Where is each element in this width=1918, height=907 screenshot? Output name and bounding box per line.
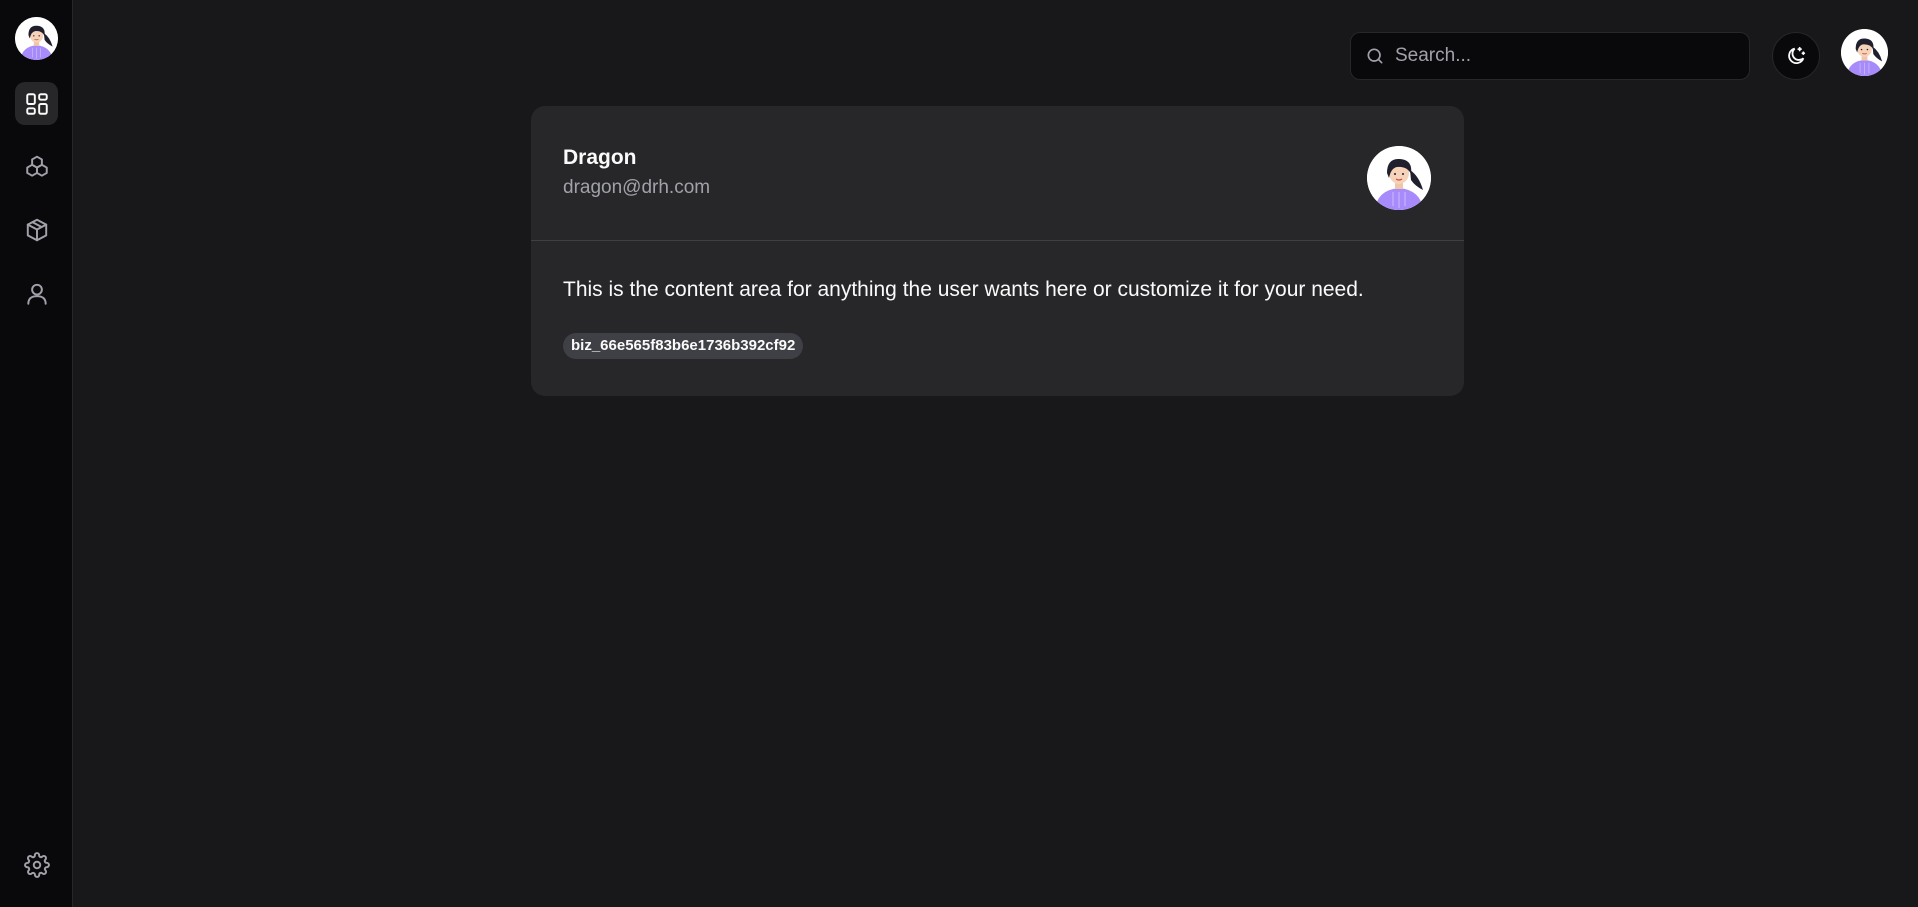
sidebar-item-cubes[interactable] — [15, 145, 58, 188]
search-bar[interactable] — [1350, 32, 1750, 80]
box-icon — [26, 218, 47, 241]
user-icon — [26, 283, 47, 305]
profile-card: Dragon dragon@drh.com This is the conten… — [531, 106, 1464, 396]
sidebar-item-box[interactable] — [15, 208, 58, 251]
cubes-icon — [25, 155, 48, 177]
dashboard-icon — [25, 92, 48, 115]
moon-sparkle-icon — [1788, 46, 1806, 65]
theme-toggle-button[interactable] — [1772, 32, 1820, 80]
avatar — [1841, 29, 1888, 76]
gear-icon — [23, 851, 50, 878]
profile-email: dragon@drh.com — [563, 177, 711, 198]
profile-name: Dragon — [563, 146, 637, 169]
sidebar — [0, 0, 73, 907]
search-input[interactable] — [1395, 45, 1735, 67]
avatar — [15, 17, 58, 60]
avatar — [1367, 146, 1431, 210]
sidebar-item-dashboard[interactable] — [15, 82, 58, 125]
profile-avatar — [1367, 146, 1431, 210]
card-content-text: This is the content area for anything th… — [563, 278, 1364, 301]
user-menu-avatar[interactable] — [1841, 29, 1888, 76]
search-icon — [1367, 48, 1383, 64]
business-id-badge: biz_66e565f83b6e1736b392cf92 — [563, 333, 804, 359]
sidebar-item-user[interactable] — [15, 272, 58, 315]
card-body: This is the content area for anything th… — [531, 241, 1464, 396]
sidebar-item-settings[interactable] — [15, 843, 58, 886]
card-header: Dragon dragon@drh.com — [531, 106, 1464, 241]
sidebar-avatar[interactable] — [15, 17, 58, 60]
